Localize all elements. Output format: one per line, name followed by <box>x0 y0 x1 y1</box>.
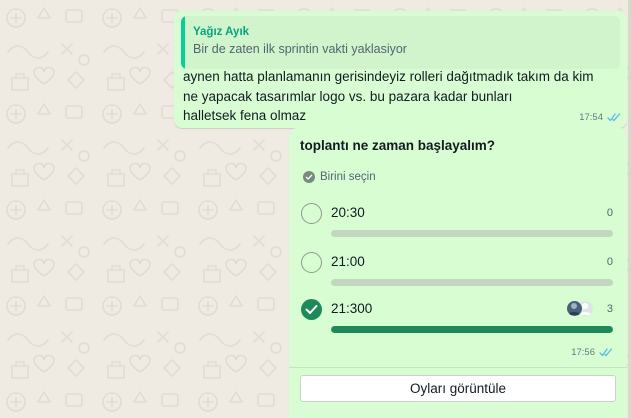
poll-select-hint: Birini seçin <box>303 171 376 183</box>
option-vote-count: 0 <box>606 256 613 268</box>
view-votes-button[interactable]: Oyları görüntüle <box>300 375 616 402</box>
option-label: 21:300 <box>331 301 373 316</box>
poll-option-3[interactable]: 21:300 3 <box>301 298 613 340</box>
avatar <box>566 300 583 317</box>
option-radio[interactable] <box>301 203 322 224</box>
quote-accent-bar <box>181 16 185 69</box>
message-time: 17:54 <box>579 112 603 123</box>
message-line: halletsek fena olmaz <box>183 108 307 123</box>
poll-option-2[interactable]: 21:00 0 <box>301 251 613 293</box>
check-circle-icon <box>303 171 315 183</box>
message-bubble-outgoing[interactable]: Yağız Ayık Bir de zaten ilk sprintin vak… <box>174 11 627 128</box>
option-vote-count: 0 <box>606 207 613 219</box>
voter-avatars[interactable] <box>566 300 598 318</box>
checkmark-icon <box>305 305 318 314</box>
poll-question: toplantı ne zaman başlayalım? <box>300 138 496 153</box>
message-meta: 17:54 <box>579 112 621 123</box>
quote-text: Bir de zaten ilk sprintin vakti yaklasiy… <box>193 42 407 56</box>
message-text: aynen hatta planlamanın gerisindeyiz rol… <box>183 67 619 126</box>
option-radio-checked[interactable] <box>301 299 322 320</box>
message-line: aynen hatta planlamanın gerisindeyiz rol… <box>183 69 594 84</box>
double-check-read-icon <box>607 113 621 122</box>
option-progress-track <box>331 326 613 333</box>
option-vote-count: 3 <box>606 303 613 315</box>
option-label: 21:00 <box>331 254 365 269</box>
option-progress-track <box>331 279 613 286</box>
double-check-read-icon <box>599 348 613 357</box>
option-progress-track <box>331 230 613 237</box>
quote-author: Yağız Ayık <box>193 26 250 38</box>
poll-time: 17:56 <box>571 347 595 358</box>
quoted-reply[interactable]: Yağız Ayık Bir de zaten ilk sprintin vak… <box>181 16 620 69</box>
poll-option-1[interactable]: 20:30 0 <box>301 202 613 244</box>
option-progress-fill <box>331 326 613 333</box>
poll-meta: 17:56 <box>571 347 613 358</box>
poll-divider <box>289 367 627 368</box>
option-label: 20:30 <box>331 205 365 220</box>
option-radio[interactable] <box>301 252 322 273</box>
select-hint-text: Birini seçin <box>320 171 376 183</box>
message-line: ne yapacak tasarımlar logo vs. bu pazara… <box>183 88 513 104</box>
poll-bubble: toplantı ne zaman başlayalım? Birini seç… <box>289 128 627 418</box>
